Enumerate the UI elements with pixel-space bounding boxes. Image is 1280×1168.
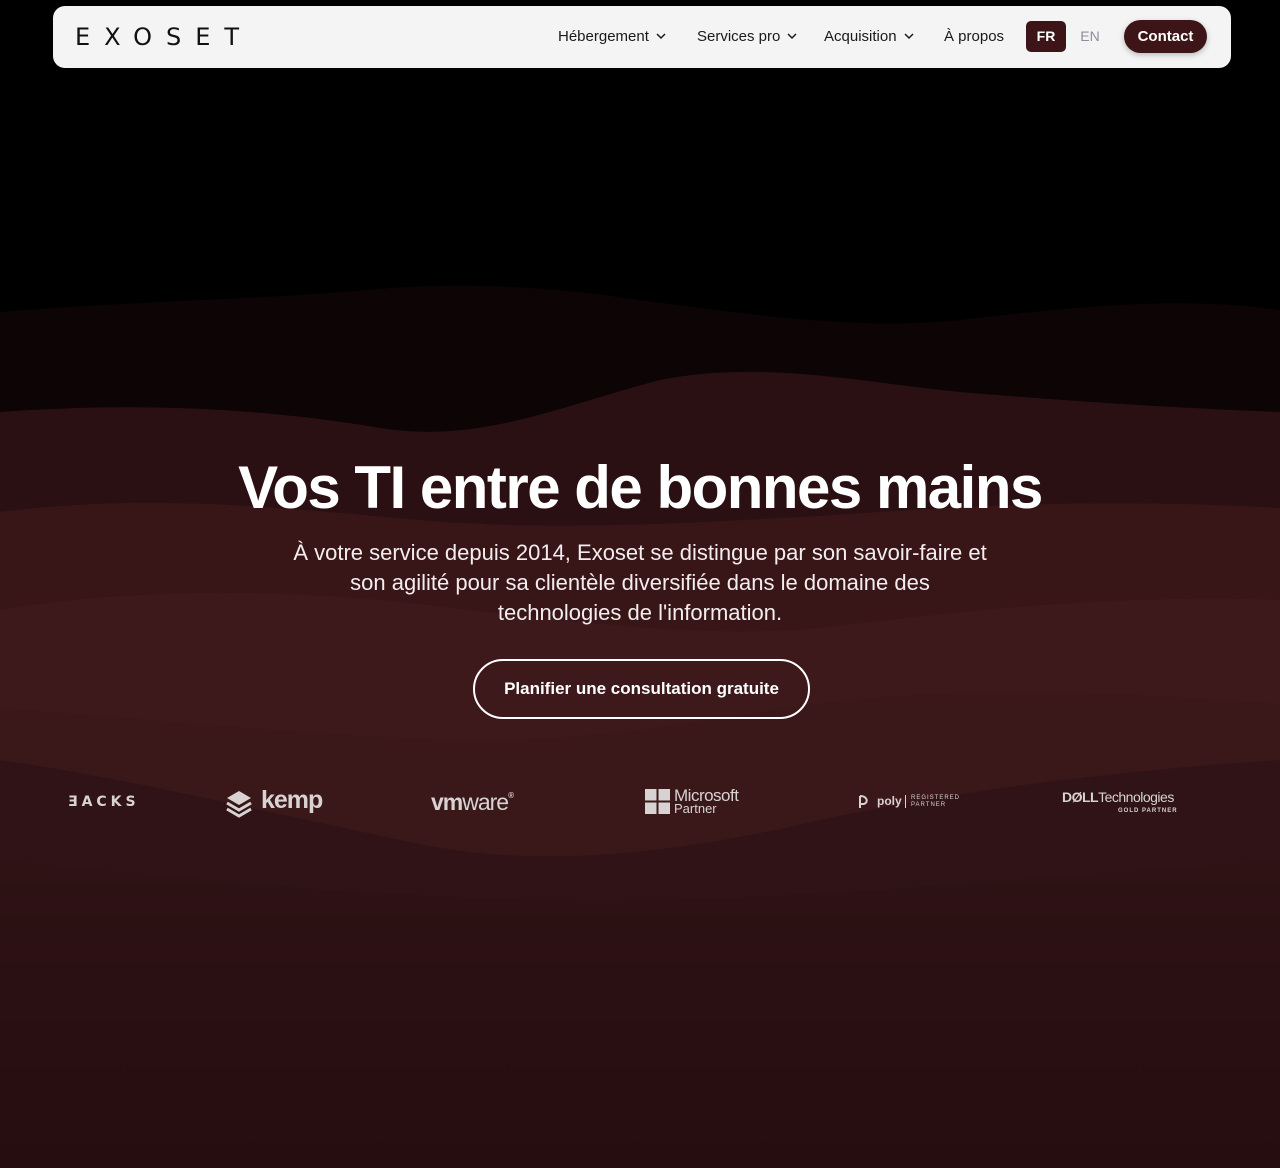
lang-fr-button[interactable]: FR: [1026, 21, 1066, 52]
lang-en-button[interactable]: EN: [1075, 21, 1105, 52]
vmware-ware: ware: [462, 789, 509, 815]
navbar: EXOSET Hébergement Services pro Acquisit…: [53, 6, 1231, 68]
exoset-logo[interactable]: EXOSET: [75, 25, 253, 49]
nav-services-pro-label: Services pro: [697, 28, 781, 45]
kemp-stack-icon: [226, 791, 252, 818]
nav-a-propos[interactable]: À propos: [944, 26, 1004, 48]
racks-logo: ƎACKS: [68, 794, 140, 810]
chevron-down-icon: [904, 33, 914, 40]
poly-registered-line: REGISTERED: [911, 795, 961, 801]
nav-services-pro[interactable]: Services pro: [697, 26, 797, 48]
poly-partner-line: PARTNER: [911, 802, 947, 808]
nav-a-propos-label: À propos: [944, 28, 1005, 45]
dell-gold-partner-text: GOLD PARTNER: [1118, 808, 1178, 814]
nav-acquisition-label: Acquisition: [824, 28, 897, 45]
poly-registered-text: REGISTERED PARTNER: [911, 795, 960, 809]
poly-wordmark: poly: [877, 794, 902, 808]
microsoft-partner-text: Partner: [674, 801, 717, 816]
microsoft-windows-icon: [645, 789, 670, 814]
poly-propeller-icon: [859, 795, 868, 808]
hero-subtitle: À votre service depuis 2014, Exoset se d…: [293, 540, 987, 625]
consultation-cta-button[interactable]: Planifier une consultation gratuite: [473, 659, 810, 719]
nav-acquisition[interactable]: Acquisition: [824, 26, 914, 48]
chevron-down-icon: [787, 33, 797, 40]
kemp-wordmark: kemp: [261, 786, 323, 814]
partner-logos: ƎACKS kemp vmware® Microsoft Partner pol…: [0, 778, 1280, 826]
nav-hebergement[interactable]: Hébergement: [558, 26, 666, 48]
poly-divider: [905, 795, 906, 808]
contact-button[interactable]: Contact: [1124, 20, 1207, 53]
vmware-registered-mark: ®: [508, 791, 514, 800]
nav-hebergement-label: Hébergement: [558, 28, 649, 45]
hero-title: Vos TI entre de bonnes mains: [238, 454, 1043, 521]
dell-wordmark: DØLLTechnologies: [1062, 789, 1174, 805]
vmware-logo: vmware®: [431, 789, 514, 837]
dell-technologies-text: Technologies: [1098, 789, 1174, 805]
dell-brand: DØLL: [1062, 789, 1099, 805]
chevron-down-icon: [656, 33, 666, 40]
vmware-vm: vm: [431, 789, 463, 815]
